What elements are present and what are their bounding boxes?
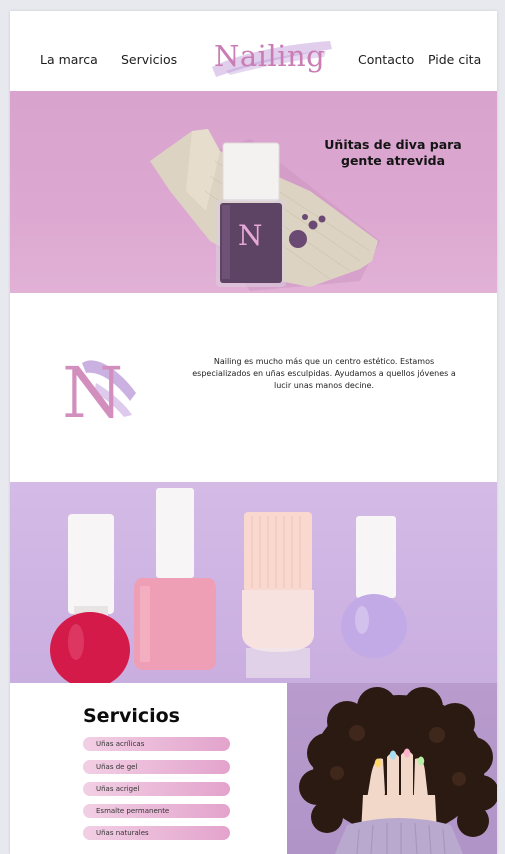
services-section: Servicios Uñas acrílicas Uñas de gel Uña…	[10, 683, 287, 854]
service-item-esmalte-permanente[interactable]: Esmalte permanente	[83, 804, 230, 818]
hero-nail-polish-image	[150, 129, 380, 291]
monogram-letter: N	[62, 352, 124, 434]
cream-bottle	[242, 512, 314, 678]
bottles-illustration	[50, 488, 407, 683]
nav-link-la-marca[interactable]: La marca	[40, 52, 98, 67]
nail-polish-bottles-image	[10, 482, 497, 683]
services-title: Servicios	[83, 705, 180, 727]
page: La marca Servicios Nailing Contacto Pide…	[10, 11, 497, 854]
top-navigation: La marca Servicios Nailing Contacto Pide…	[10, 11, 497, 91]
lilac-bottle	[341, 516, 407, 658]
nav-link-contacto[interactable]: Contacto	[358, 52, 414, 67]
about-section: N Nailing es mucho más que un centro est…	[10, 293, 497, 482]
nav-link-servicios[interactable]: Servicios	[121, 52, 177, 67]
hero-title: Uñitas de diva para gente atrevida	[324, 137, 462, 168]
logo-wordmark: Nailing	[214, 39, 326, 73]
service-item-unas-acrilicas[interactable]: Uñas acrílicas	[83, 737, 230, 751]
nav-link-pide-cita[interactable]: Pide cita	[428, 52, 481, 67]
bottle-logo-letter: N	[238, 219, 263, 252]
service-item-unas-acrigel[interactable]: Uñas acrigel	[83, 782, 230, 796]
about-description: Nailing es mucho más que un centro estét…	[192, 357, 456, 390]
red-bottle	[50, 514, 130, 683]
brand-logo[interactable]: Nailing	[206, 33, 336, 81]
service-item-unas-naturales[interactable]: Uñas naturales	[83, 826, 230, 840]
pink-bottle	[134, 488, 216, 670]
model-hands-photo	[287, 683, 497, 854]
monogram-logo: N	[52, 343, 142, 448]
model-illustration	[299, 687, 497, 854]
service-item-unas-de-gel[interactable]: Uñas de gel	[83, 760, 230, 774]
hero-banner: N Uñitas de diva para gente atrevida	[10, 91, 497, 293]
